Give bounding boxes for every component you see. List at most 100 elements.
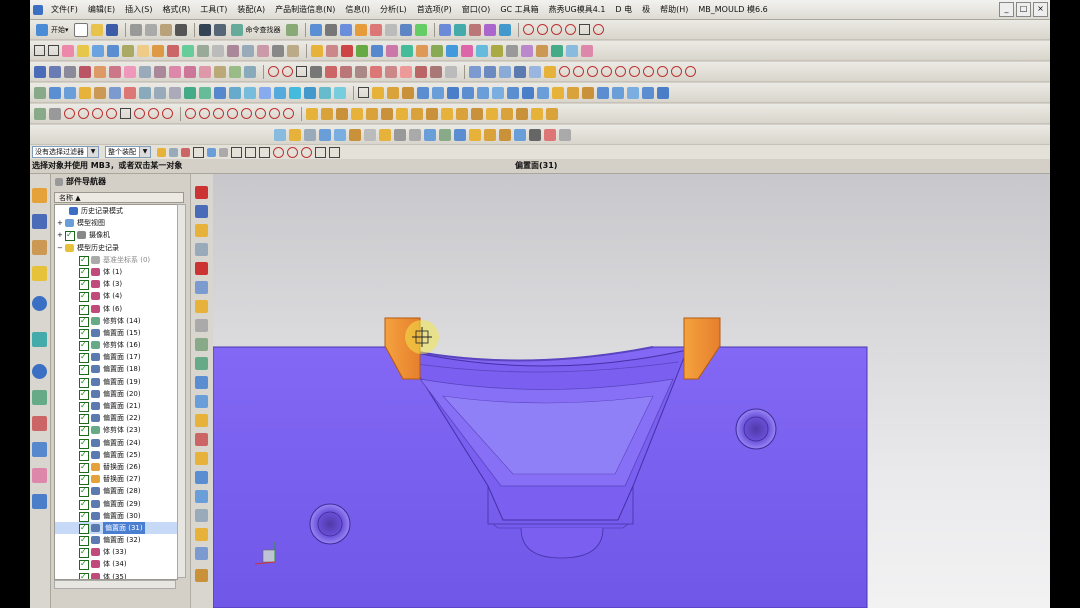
- instance-icon[interactable]: [642, 86, 654, 99]
- mold-design-validation-icon[interactable]: [274, 128, 286, 141]
- snap-intersect-icon[interactable]: [197, 44, 209, 57]
- shaded-icon[interactable]: [339, 23, 352, 36]
- split-body-icon[interactable]: [229, 65, 241, 78]
- select-region-icon[interactable]: [193, 146, 204, 158]
- quick-extend-icon[interactable]: [199, 108, 210, 119]
- snap-arc-quadrant-icon[interactable]: [287, 146, 298, 158]
- bounded-plane-icon[interactable]: [529, 65, 541, 78]
- pad-icon[interactable]: [94, 65, 106, 78]
- rib-icon[interactable]: [522, 86, 534, 99]
- menu-item[interactable]: 装配(A): [232, 4, 270, 15]
- coaxial-icon[interactable]: [229, 86, 241, 99]
- clock-icon[interactable]: [32, 364, 47, 379]
- tree-node[interactable]: 历史记录模式: [55, 205, 177, 217]
- visibility-checkbox[interactable]: [65, 229, 75, 242]
- surface-patch-icon[interactable]: [366, 107, 378, 120]
- invert-show-icon[interactable]: [454, 128, 466, 141]
- tree-node[interactable]: + 摄像机: [55, 229, 177, 241]
- visibility-checkbox[interactable]: [79, 461, 89, 473]
- slider-icon[interactable]: [521, 44, 533, 57]
- draft-icon[interactable]: [154, 65, 166, 78]
- datum-axis-icon[interactable]: [387, 86, 399, 99]
- point-snap-icon[interactable]: [181, 147, 190, 157]
- parallel-icon[interactable]: [274, 86, 286, 99]
- trim-body-icon[interactable]: [214, 65, 226, 78]
- block-icon[interactable]: [447, 86, 459, 99]
- layer-on-icon[interactable]: [379, 128, 391, 141]
- extrude-icon[interactable]: [34, 65, 46, 78]
- extract-curve-icon[interactable]: [370, 65, 382, 78]
- menu-item[interactable]: 分析(L): [375, 4, 412, 15]
- mold-analysis-icon[interactable]: [319, 128, 331, 141]
- create-box-icon[interactable]: [321, 107, 333, 120]
- curve-length-icon[interactable]: [430, 65, 442, 78]
- visibility-checkbox[interactable]: [79, 400, 89, 412]
- tube-tool-icon[interactable]: [195, 452, 208, 465]
- snap-existing-point-icon[interactable]: [301, 146, 312, 158]
- tree-node[interactable]: 基准坐标系 (0): [55, 254, 177, 266]
- thicken-icon[interactable]: [544, 65, 556, 78]
- feature-icon[interactable]: [195, 186, 208, 199]
- tree-expander-icon[interactable]: +: [57, 217, 63, 229]
- tree-node[interactable]: 偏置面 (31): [55, 521, 177, 535]
- menu-item[interactable]: 首选项(P): [412, 4, 457, 15]
- menu-item[interactable]: 信息(I): [340, 4, 375, 15]
- show-constraints-icon[interactable]: [255, 108, 266, 119]
- tree-node[interactable]: 偏置面 (25): [55, 449, 177, 461]
- select-rect-icon[interactable]: [34, 45, 45, 56]
- bill-of-materials-icon[interactable]: [566, 44, 578, 57]
- camera-view-icon[interactable]: [544, 128, 556, 141]
- redo-icon[interactable]: [213, 23, 226, 36]
- extract-body-icon[interactable]: [627, 86, 639, 99]
- swept-icon[interactable]: [484, 65, 496, 78]
- save-icon[interactable]: [105, 23, 118, 36]
- select-edge-icon[interactable]: [77, 44, 89, 57]
- reuse-library-icon[interactable]: [32, 266, 47, 281]
- view-orient-icon[interactable]: [399, 23, 412, 36]
- trim-curve-icon[interactable]: [592, 24, 604, 35]
- visibility-checkbox[interactable]: [79, 449, 89, 461]
- grid-tool-icon[interactable]: [195, 569, 208, 582]
- fillet-curve-icon[interactable]: [564, 24, 576, 35]
- sketch-arc-icon[interactable]: [92, 108, 103, 119]
- start-button[interactable]: 开始▾: [34, 22, 71, 38]
- runner-icon[interactable]: [476, 44, 488, 57]
- visibility-checkbox[interactable]: [79, 546, 89, 558]
- unite-icon[interactable]: [169, 65, 181, 78]
- mold-section-icon[interactable]: [349, 128, 361, 141]
- visibility-checkbox[interactable]: [79, 510, 89, 522]
- chamfer-icon[interactable]: [124, 65, 136, 78]
- mold-cs-icon[interactable]: [289, 128, 301, 141]
- visibility-checkbox[interactable]: [79, 522, 89, 534]
- point-set-icon[interactable]: [432, 86, 444, 99]
- groove-icon[interactable]: [537, 86, 549, 99]
- circle-icon[interactable]: [671, 66, 682, 77]
- model-viewport[interactable]: [213, 174, 1050, 608]
- arc-icon[interactable]: [536, 24, 548, 35]
- offset-surface-icon[interactable]: [597, 86, 609, 99]
- mold-view-icon[interactable]: [334, 128, 346, 141]
- select-body-icon[interactable]: [92, 44, 104, 57]
- resize-blend-icon[interactable]: [109, 86, 121, 99]
- visibility-checkbox[interactable]: [79, 278, 89, 290]
- sketch-rectangle-icon[interactable]: [120, 108, 131, 119]
- menu-item[interactable]: 产品制造信息(N): [270, 4, 340, 15]
- tree-node[interactable]: 体 (1): [55, 266, 177, 278]
- project-curve-icon[interactable]: [340, 65, 352, 78]
- snap-bounded-grid-icon[interactable]: [329, 146, 340, 158]
- menu-item[interactable]: 插入(S): [120, 4, 157, 15]
- check-icon[interactable]: [195, 357, 208, 370]
- drawing-icon[interactable]: [581, 44, 593, 57]
- finish-sketch-icon[interactable]: [49, 107, 61, 120]
- sketch-point-icon[interactable]: [148, 108, 159, 119]
- menu-item[interactable]: 极: [637, 4, 655, 15]
- undo-icon[interactable]: [198, 23, 211, 36]
- assembly-navigator-icon[interactable]: [32, 188, 47, 203]
- workpiece-icon[interactable]: [341, 44, 353, 57]
- swap-model-icon[interactable]: [531, 107, 543, 120]
- layout-icon[interactable]: [371, 44, 383, 57]
- replace-solid-icon[interactable]: [441, 107, 453, 120]
- visibility-checkbox[interactable]: [79, 266, 89, 278]
- web-browser-icon[interactable]: [32, 296, 47, 311]
- tree-node[interactable]: 偏置面 (28): [55, 485, 177, 498]
